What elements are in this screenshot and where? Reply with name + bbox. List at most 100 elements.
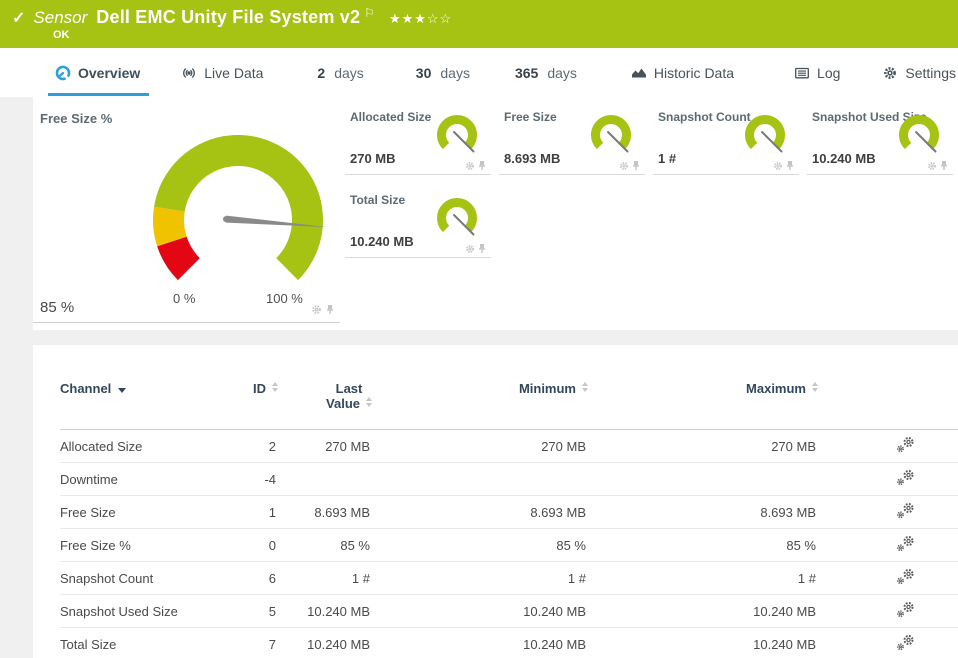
tab-label: Live Data: [204, 65, 263, 81]
last-value-cell: 8.693 MB: [278, 505, 372, 520]
tile-title: Allocated Size: [350, 110, 431, 124]
sensor-type-label: Sensor: [33, 8, 87, 28]
table-row[interactable]: Snapshot Used Size 5 10.240 MB 10.240 MB…: [60, 595, 958, 628]
gear-icon[interactable]: [465, 244, 475, 254]
gear-icon[interactable]: [311, 304, 322, 315]
tab-365-days[interactable]: 365 days: [515, 59, 577, 87]
primary-channel-gauge-card[interactable]: Free Size % 0 % 100 % 85 %: [33, 97, 340, 323]
tab-overview[interactable]: Overview: [55, 59, 140, 87]
channel-tile[interactable]: Total Size 10.240 MB: [345, 180, 491, 258]
channel-settings-icon[interactable]: [896, 469, 916, 486]
pin-icon[interactable]: [477, 160, 487, 171]
tile-gauge: [893, 110, 945, 162]
tab-2-days[interactable]: 2 days: [317, 59, 363, 87]
tab-30-days[interactable]: 30 days: [416, 59, 470, 87]
tab-log[interactable]: Log: [794, 59, 840, 87]
flag-icon[interactable]: ⚐: [364, 6, 375, 20]
channel-settings-icon[interactable]: [896, 601, 916, 618]
table-row[interactable]: Free Size 1 8.693 MB 8.693 MB 8.693 MB: [60, 496, 958, 529]
tab-bar: Overview Live Data 2 days 30 days 365 da…: [0, 48, 958, 97]
column-header-id[interactable]: ID: [220, 381, 278, 396]
minimum-cell: 10.240 MB: [372, 637, 588, 652]
tab-label: Historic Data: [654, 65, 734, 81]
gear-icon[interactable]: [927, 161, 937, 171]
last-value-cell: 270 MB: [278, 439, 372, 454]
channel-settings-icon[interactable]: [896, 535, 916, 552]
gear-icon[interactable]: [773, 161, 783, 171]
column-header-maximum[interactable]: Maximum: [588, 381, 818, 396]
channel-name-cell[interactable]: Free Size %: [60, 538, 220, 553]
status-check-icon: ✓: [12, 8, 25, 28]
minimum-cell: 10.240 MB: [372, 604, 588, 619]
gauge-icon: [55, 65, 71, 81]
channel-tile[interactable]: Snapshot Used Size 10.240 MB: [807, 97, 953, 175]
gauge-scale-min: 0 %: [173, 291, 195, 306]
priority-stars[interactable]: ★★★☆☆: [389, 11, 452, 27]
tab-label: Log: [817, 65, 840, 81]
channel-name-cell[interactable]: Snapshot Used Size: [60, 604, 220, 619]
gear-icon[interactable]: [619, 161, 629, 171]
channel-settings-icon[interactable]: [896, 502, 916, 519]
channel-tile[interactable]: Snapshot Count 1 #: [653, 97, 799, 175]
channel-name-cell[interactable]: Allocated Size: [60, 439, 220, 454]
channel-name-cell[interactable]: Downtime: [60, 472, 220, 487]
channel-tile[interactable]: Free Size 8.693 MB: [499, 97, 645, 175]
tile-gauge: [739, 110, 791, 162]
minimum-cell: 85 %: [372, 538, 588, 553]
table-row[interactable]: Total Size 7 10.240 MB 10.240 MB 10.240 …: [60, 628, 958, 658]
table-row[interactable]: Downtime -4: [60, 463, 958, 496]
last-value-cell: 85 %: [278, 538, 372, 553]
log-icon: [794, 65, 810, 81]
channel-settings-icon[interactable]: [896, 634, 916, 651]
pin-icon[interactable]: [939, 160, 949, 171]
tile-gauge: [431, 193, 483, 245]
status-badge: OK: [53, 29, 70, 41]
tab-settings[interactable]: Settings: [882, 59, 956, 87]
row-actions: [818, 535, 958, 555]
tab-live-data[interactable]: Live Data: [181, 59, 263, 87]
tab-number: 2: [317, 65, 325, 81]
minimum-cell: 1 #: [372, 571, 588, 586]
column-header-channel[interactable]: Channel: [60, 381, 220, 396]
channel-settings-icon[interactable]: [896, 568, 916, 585]
pin-icon[interactable]: [785, 160, 795, 171]
channel-id-cell: 6: [220, 571, 278, 586]
stars-empty: ☆☆: [427, 11, 452, 26]
area-chart-icon: [631, 65, 647, 81]
channel-settings-icon[interactable]: [896, 436, 916, 453]
tile-title: Free Size: [504, 110, 557, 124]
column-header-minimum[interactable]: Minimum: [372, 381, 588, 396]
channel-tile[interactable]: Allocated Size 270 MB: [345, 97, 491, 175]
channel-table-header: Channel ID LastValue Minimum Maximum: [60, 345, 958, 430]
tile-title: Snapshot Count: [658, 110, 751, 124]
tile-value: 10.240 MB: [350, 234, 414, 249]
gear-icon[interactable]: [465, 161, 475, 171]
tab-label: Overview: [78, 65, 140, 81]
table-row[interactable]: Allocated Size 2 270 MB 270 MB 270 MB: [60, 430, 958, 463]
last-value-cell: 10.240 MB: [278, 604, 372, 619]
free-size-gauge: [138, 125, 338, 310]
maximum-cell: 8.693 MB: [588, 505, 818, 520]
column-header-last-value[interactable]: LastValue: [278, 381, 372, 411]
pin-icon[interactable]: [325, 304, 335, 315]
last-value-cell: 1 #: [278, 571, 372, 586]
pin-icon[interactable]: [631, 160, 641, 171]
tab-historic-data[interactable]: Historic Data: [631, 59, 734, 87]
channel-name-cell[interactable]: Total Size: [60, 637, 220, 652]
channel-name-cell[interactable]: Free Size: [60, 505, 220, 520]
table-row[interactable]: Free Size % 0 85 % 85 % 85 %: [60, 529, 958, 562]
tab-label: days: [440, 65, 470, 81]
table-row[interactable]: Snapshot Count 6 1 # 1 # 1 #: [60, 562, 958, 595]
broadcast-icon: [181, 65, 197, 81]
channel-id-cell: 7: [220, 637, 278, 652]
overview-content: Free Size % 0 % 100 % 85 %: [0, 97, 958, 658]
maximum-cell: 270 MB: [588, 439, 818, 454]
pin-icon[interactable]: [477, 243, 487, 254]
channel-id-cell: 1: [220, 505, 278, 520]
sensor-header: ✓ Sensor Dell EMC Unity File System v2 ⚐…: [0, 0, 958, 48]
channel-id-cell: -4: [220, 472, 278, 487]
tile-value: 270 MB: [350, 151, 396, 166]
maximum-cell: 10.240 MB: [588, 604, 818, 619]
gauge-value: 85 %: [40, 299, 74, 316]
channel-name-cell[interactable]: Snapshot Count: [60, 571, 220, 586]
